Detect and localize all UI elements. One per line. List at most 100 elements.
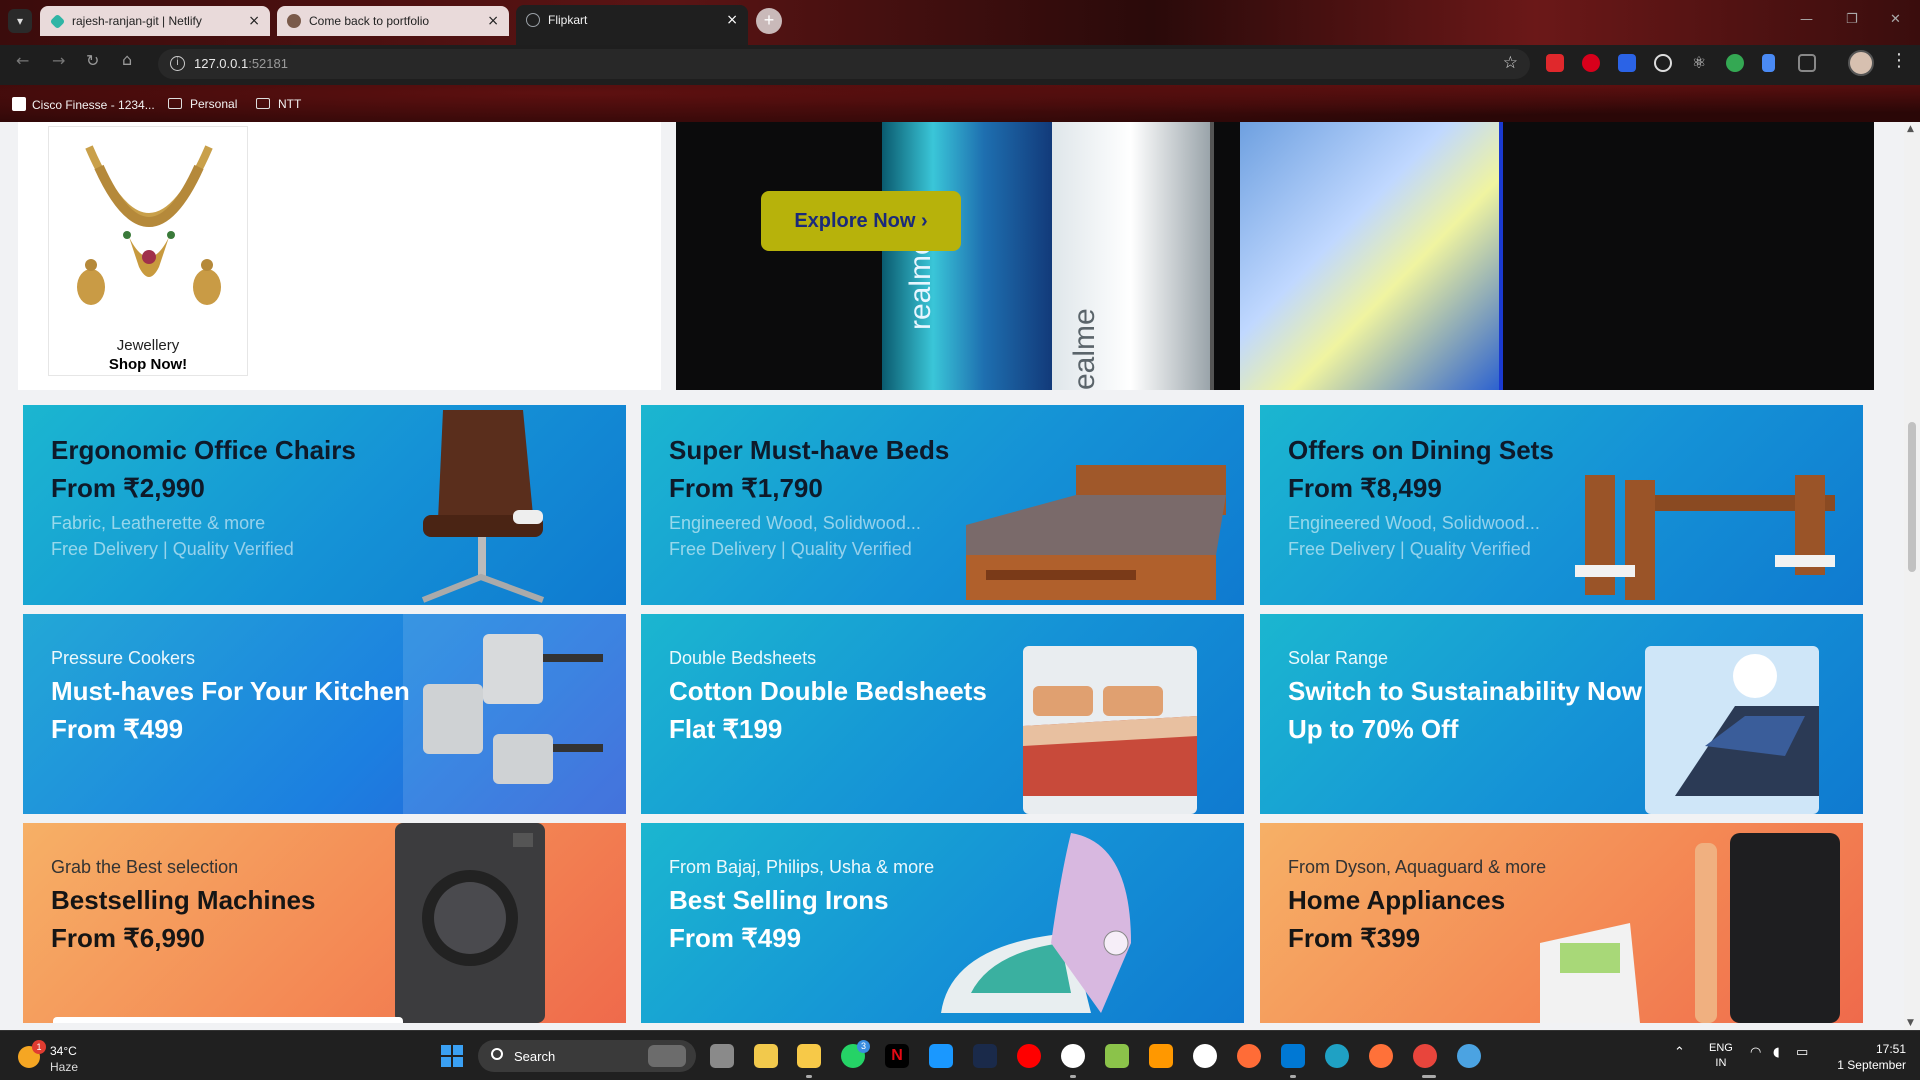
realme-phones-image (882, 122, 1503, 390)
banner-solar[interactable]: Solar Range Switch to Sustainability Now… (1260, 614, 1863, 814)
firefox-icon[interactable] (1369, 1044, 1393, 1068)
notepad-icon[interactable] (1105, 1044, 1129, 1068)
start-button[interactable] (441, 1045, 463, 1067)
weather-condition: Haze (50, 1060, 79, 1074)
wifi-icon[interactable]: ◠ (1750, 1045, 1761, 1060)
tab-flipkart[interactable]: Flipkart × (516, 5, 748, 45)
sublime-text-icon[interactable] (1149, 1044, 1173, 1068)
amazon-music-icon[interactable] (973, 1044, 997, 1068)
task-view-icon[interactable] (710, 1044, 734, 1068)
search-highlight-image (648, 1045, 686, 1067)
record-icon[interactable] (1654, 54, 1672, 72)
tab-title: Flipkart (548, 13, 588, 27)
banner-washing-machines[interactable]: Grab the Best selection Bestselling Mach… (23, 823, 626, 1023)
battery-icon[interactable]: ▭ (1796, 1045, 1808, 1060)
sortd-icon[interactable] (1618, 54, 1636, 72)
bookmark-personal[interactable]: Personal (168, 97, 237, 111)
postman-icon[interactable] (1237, 1044, 1261, 1068)
tab-search-button[interactable]: ▾ (8, 9, 32, 33)
back-icon[interactable]: ← (16, 51, 29, 70)
banner-title: Bestselling Machines (51, 885, 316, 915)
taskbar-search[interactable]: Search (478, 1040, 696, 1072)
browser-menu-icon[interactable]: ⋮ (1890, 50, 1908, 71)
hero-carousel-banner[interactable]: realme ealme Explore Now › (676, 122, 1874, 390)
address-bar[interactable]: i 127.0.0.1:52181 ☆ (158, 49, 1530, 79)
scrollbar-thumb[interactable] (1908, 422, 1916, 572)
bookmark-cisco[interactable]: Cisco Finesse - 1234... (12, 97, 155, 112)
washing-machine-image (395, 823, 545, 1023)
scroll-down-icon[interactable]: ▼ (1907, 1018, 1914, 1028)
home-icon[interactable]: ⌂ (122, 50, 132, 69)
reload-icon[interactable]: ↻ (86, 51, 99, 70)
banner-subtitle: Grab the Best selection (51, 857, 239, 877)
banner-office-chairs[interactable]: Ergonomic Office Chairs From ₹2,990 Fabr… (23, 405, 626, 605)
banner-pressure-cookers[interactable]: Pressure Cookers Must-haves For Your Kit… (23, 614, 626, 814)
jewellery-necklace-image (77, 145, 221, 305)
jewellery-card[interactable]: Jewellery Shop Now! (48, 126, 248, 376)
bookmark-ntt[interactable]: NTT (256, 97, 301, 111)
bookmark-star-icon[interactable]: ☆ (1503, 53, 1518, 73)
adblock-plus-icon[interactable] (1546, 54, 1564, 72)
forward-icon[interactable]: → (52, 51, 65, 70)
vscode-icon[interactable] (1281, 1044, 1305, 1068)
close-tab-icon[interactable]: × (248, 6, 260, 36)
shop-now-link[interactable]: Shop Now! (49, 356, 247, 373)
puzzle-icon[interactable] (1798, 54, 1816, 72)
language-indicator[interactable]: ENG IN (1709, 1041, 1733, 1071)
prime-video-icon[interactable] (929, 1044, 953, 1068)
weather-temperature: 34°C (50, 1044, 77, 1058)
page-viewport: Jewellery Shop Now! realme ealme Explore… (0, 122, 1904, 1030)
profile-avatar[interactable] (1848, 50, 1874, 76)
bed-image (966, 465, 1226, 600)
close-tab-icon[interactable]: × (726, 5, 738, 35)
youtube-icon[interactable] (1017, 1044, 1041, 1068)
close-window-icon[interactable]: ✕ (1890, 12, 1901, 27)
banner-title: Cotton Double Bedsheets (669, 676, 987, 706)
folder-icon (256, 98, 270, 109)
github-icon[interactable] (1061, 1044, 1085, 1068)
edge-icon[interactable] (1325, 1044, 1349, 1068)
volume-icon[interactable]: ◖ (1773, 1045, 1780, 1060)
google-lens-icon[interactable] (1726, 54, 1744, 72)
tab-title: Come back to portfolio (309, 14, 430, 28)
search-label: Search (514, 1049, 556, 1064)
show-hidden-icons-icon[interactable]: ⌃ (1674, 1045, 1685, 1060)
banner-subtitle: From Bajaj, Philips, Usha & more (669, 857, 935, 877)
tab-portfolio[interactable]: Come back to portfolio × (277, 6, 509, 36)
tab-netlify[interactable]: rajesh-ranjan-git | Netlify × (40, 6, 270, 36)
banner-irons[interactable]: From Bajaj, Philips, Usha & more Best Se… (641, 823, 1244, 1023)
url-text[interactable]: 127.0.0.1:52181 (194, 56, 288, 71)
adblock-icon[interactable] (1582, 54, 1600, 72)
chrome-icon[interactable] (1413, 1044, 1437, 1068)
store-icon[interactable] (754, 1044, 778, 1068)
banner-dining-sets[interactable]: Offers on Dining Sets From ₹8,499 Engine… (1260, 405, 1863, 605)
page-scrollbar[interactable]: ▲ ▼ (1904, 122, 1920, 1030)
docs-icon[interactable] (1762, 54, 1775, 72)
banner-title: Ergonomic Office Chairs (51, 435, 356, 465)
new-tab-button[interactable]: + (756, 8, 782, 34)
maximize-icon[interactable]: ❐ (1846, 12, 1858, 27)
banner-bedsheets[interactable]: Double Bedsheets Cotton Double Bedsheets… (641, 614, 1244, 814)
banner-title: Offers on Dining Sets (1288, 435, 1554, 465)
react-devtools-icon[interactable]: ⚛ (1690, 54, 1708, 72)
scroll-up-icon[interactable]: ▲ (1907, 124, 1914, 134)
file-explorer-icon[interactable] (797, 1044, 821, 1068)
deals-panel: Jewellery Shop Now! (18, 122, 661, 390)
banner-price: From ₹499 (51, 714, 184, 744)
banner-title: Best Selling Irons (669, 885, 889, 915)
banner-beds[interactable]: Super Must-have Beds From ₹1,790 Enginee… (641, 405, 1244, 605)
system-clock[interactable]: 17:51 1 September (1830, 1041, 1906, 1073)
mongodb-compass-icon[interactable] (1193, 1044, 1217, 1068)
site-info-icon[interactable]: i (170, 56, 185, 71)
earth-app-icon[interactable] (1457, 1044, 1481, 1068)
banner-home-appliances[interactable]: From Dyson, Aquaguard & more Home Applia… (1260, 823, 1863, 1023)
netflix-icon[interactable]: N (885, 1044, 909, 1068)
close-tab-icon[interactable]: × (487, 6, 499, 36)
explore-now-button[interactable]: Explore Now › (761, 191, 961, 251)
banner-desc: Engineered Wood, Solidwood... (1288, 513, 1540, 533)
minimize-icon[interactable]: — (1800, 12, 1813, 27)
dining-set-image (1575, 475, 1835, 600)
running-indicator (1290, 1075, 1296, 1078)
running-indicator (806, 1075, 812, 1078)
phone-brand-text: realme (904, 238, 937, 330)
